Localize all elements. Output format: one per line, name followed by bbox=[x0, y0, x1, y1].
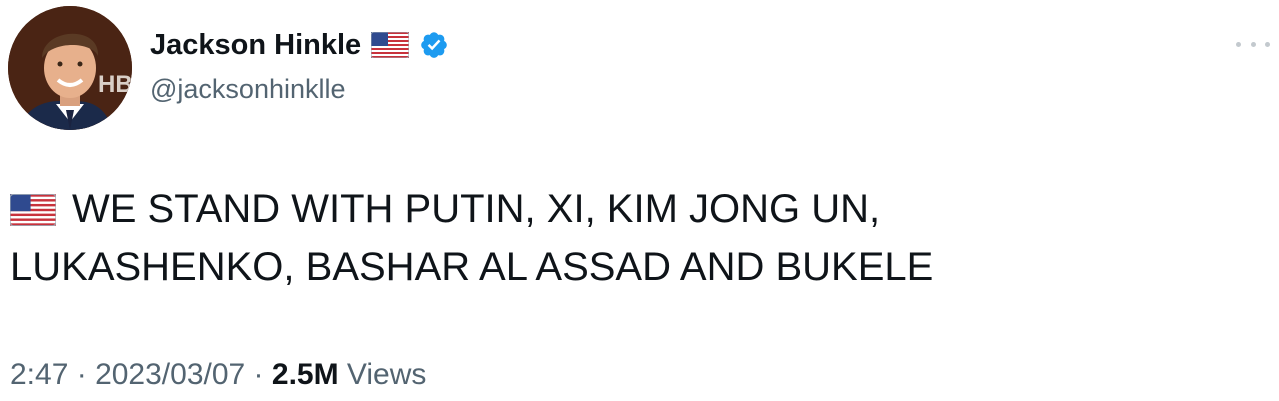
dot-icon bbox=[1236, 41, 1241, 47]
verified-badge-icon bbox=[419, 30, 449, 60]
views-count[interactable]: 2.5M bbox=[272, 355, 339, 395]
handle[interactable]: @jacksonhinklle bbox=[150, 72, 346, 106]
tweet-meta: 2:47 · 2023/03/07 · 2.5M Views bbox=[10, 355, 426, 395]
avatar[interactable]: HB bbox=[8, 6, 132, 130]
tweet: HB Jackson Hinkle @jacksonhinklle WE STA… bbox=[0, 0, 1279, 401]
display-name[interactable]: Jackson Hinkle bbox=[150, 27, 361, 63]
profile-photo: HB bbox=[8, 6, 132, 130]
more-options-icon[interactable] bbox=[1236, 34, 1270, 54]
views-label: Views bbox=[338, 358, 427, 391]
us-flag-icon bbox=[370, 31, 410, 59]
name-row: Jackson Hinkle bbox=[150, 27, 449, 63]
dot-icon bbox=[1250, 41, 1256, 47]
tweet-text-line-2: LUKASHENKO, BASHAR AL ASSAD AND BUKELE bbox=[10, 245, 934, 289]
avatar-overlay-text: HB bbox=[98, 71, 132, 98]
tweet-time[interactable]: 2:47 bbox=[10, 355, 68, 395]
meta-separator: · bbox=[245, 358, 272, 391]
tweet-text: WE STAND WITH PUTIN, XI, KIM JONG UN, LU… bbox=[9, 180, 1250, 296]
meta-separator: · bbox=[68, 358, 96, 391]
tweet-text-content: WE STAND WITH PUTIN, XI, KIM JONG UN, bbox=[72, 187, 881, 231]
dot-icon bbox=[1265, 41, 1270, 47]
tweet-text-line-1: WE STAND WITH PUTIN, XI, KIM JONG UN, bbox=[9, 180, 1250, 238]
tweet-date[interactable]: 2023/03/07 bbox=[95, 355, 245, 395]
us-flag-icon bbox=[9, 184, 57, 227]
